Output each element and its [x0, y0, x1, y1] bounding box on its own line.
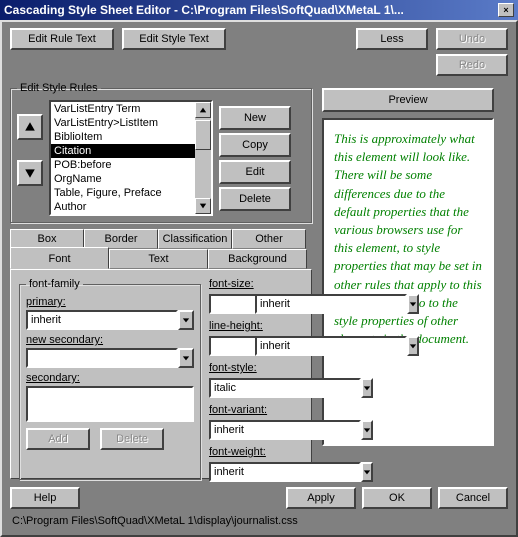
- dropdown-icon[interactable]: [178, 348, 194, 368]
- edit-style-text-button[interactable]: Edit Style Text: [122, 28, 226, 50]
- rule-item[interactable]: Author: [51, 200, 195, 214]
- redo-button[interactable]: Redo: [436, 54, 508, 76]
- move-up-button[interactable]: [17, 114, 43, 140]
- line-height-unit[interactable]: [255, 336, 313, 356]
- rule-item[interactable]: POB:before: [51, 158, 195, 172]
- dropdown-icon[interactable]: [178, 310, 194, 330]
- primary-combo[interactable]: [26, 310, 194, 330]
- rule-item[interactable]: VarListEntry Term: [51, 102, 195, 116]
- font-variant-label: font-variant:: [209, 404, 313, 416]
- font-variant-combo[interactable]: [209, 420, 313, 440]
- help-button[interactable]: Help: [10, 487, 80, 509]
- scroll-thumb[interactable]: [195, 120, 211, 150]
- tab-classification[interactable]: Classification: [158, 229, 232, 249]
- font-size-unit[interactable]: [255, 294, 313, 314]
- secondary-label: secondary:: [26, 372, 80, 384]
- cancel-button[interactable]: Cancel: [438, 487, 508, 509]
- delete-secondary-button[interactable]: Delete: [100, 428, 164, 450]
- dropdown-icon[interactable]: [407, 336, 419, 356]
- copy-rule-button[interactable]: Copy: [219, 133, 291, 157]
- status-bar: C:\Program Files\SoftQuad\XMetaL 1\displ…: [10, 513, 508, 529]
- rule-item[interactable]: BiblioItem: [51, 130, 195, 144]
- font-style-label: font-style:: [209, 362, 313, 374]
- rule-item[interactable]: OrgName: [51, 172, 195, 186]
- line-height-value[interactable]: [209, 336, 253, 356]
- dropdown-icon[interactable]: [361, 378, 373, 398]
- move-down-button[interactable]: [17, 160, 43, 186]
- font-size-value[interactable]: [209, 294, 253, 314]
- font-family-group: font-family primary: new secondary:: [19, 278, 201, 480]
- delete-rule-button[interactable]: Delete: [219, 187, 291, 211]
- dropdown-icon[interactable]: [407, 294, 419, 314]
- edit-style-rules-legend: Edit Style Rules: [17, 82, 101, 94]
- new-secondary-label: new secondary:: [26, 334, 103, 346]
- tab-font[interactable]: Font: [10, 247, 109, 269]
- edit-rule-button[interactable]: Edit: [219, 160, 291, 184]
- font-size-label: font-size:: [209, 278, 313, 290]
- close-icon[interactable]: ×: [498, 3, 514, 17]
- tab-text[interactable]: Text: [109, 249, 208, 269]
- primary-input[interactable]: [26, 310, 178, 330]
- property-tabs: BoxBorderClassificationOther FontTextBac…: [10, 229, 312, 481]
- rules-listbox[interactable]: VarListEntry TermVarListEntry>ListItemBi…: [49, 100, 213, 216]
- dropdown-icon[interactable]: [361, 462, 373, 482]
- rule-item[interactable]: Citation: [51, 144, 195, 158]
- rule-item[interactable]: Copyright: [51, 214, 195, 216]
- add-secondary-button[interactable]: Add: [26, 428, 90, 450]
- secondary-input[interactable]: [26, 386, 194, 422]
- preview-button[interactable]: Preview: [322, 88, 494, 112]
- edit-style-rules-group: Edit Style Rules VarListEntry TermVarLis…: [10, 82, 312, 223]
- new-secondary-input[interactable]: [26, 348, 178, 368]
- new-rule-button[interactable]: New: [219, 106, 291, 130]
- less-button[interactable]: Less: [356, 28, 428, 50]
- edit-rule-text-button[interactable]: Edit Rule Text: [10, 28, 114, 50]
- font-style-combo[interactable]: [209, 378, 313, 398]
- font-weight-combo[interactable]: [209, 462, 313, 482]
- primary-label: primary:: [26, 296, 66, 308]
- ok-button[interactable]: OK: [362, 487, 432, 509]
- font-family-legend: font-family: [26, 278, 83, 290]
- tab-border[interactable]: Border: [84, 229, 158, 249]
- secondary-combo[interactable]: [26, 386, 194, 422]
- tab-other[interactable]: Other: [232, 229, 306, 249]
- dropdown-icon[interactable]: [361, 420, 373, 440]
- tab-background[interactable]: Background: [208, 249, 307, 269]
- font-weight-label: font-weight:: [209, 446, 313, 458]
- tab-box[interactable]: Box: [10, 229, 84, 249]
- scroll-down-icon[interactable]: [195, 198, 211, 214]
- font-tab-panel: font-family primary: new secondary:: [10, 269, 312, 479]
- window-title: Cascading Style Sheet Editor - C:\Progra…: [4, 3, 498, 17]
- scroll-up-icon[interactable]: [195, 102, 211, 118]
- line-height-label: line-height:: [209, 320, 313, 332]
- rule-item[interactable]: VarListEntry>ListItem: [51, 116, 195, 130]
- listbox-scrollbar[interactable]: [195, 102, 211, 214]
- apply-button[interactable]: Apply: [286, 487, 356, 509]
- title-bar: Cascading Style Sheet Editor - C:\Progra…: [0, 0, 518, 20]
- rule-item[interactable]: Table, Figure, Preface: [51, 186, 195, 200]
- window-body: Edit Rule Text Edit Style Text Less Undo…: [0, 20, 518, 537]
- new-secondary-combo[interactable]: [26, 348, 194, 368]
- undo-button[interactable]: Undo: [436, 28, 508, 50]
